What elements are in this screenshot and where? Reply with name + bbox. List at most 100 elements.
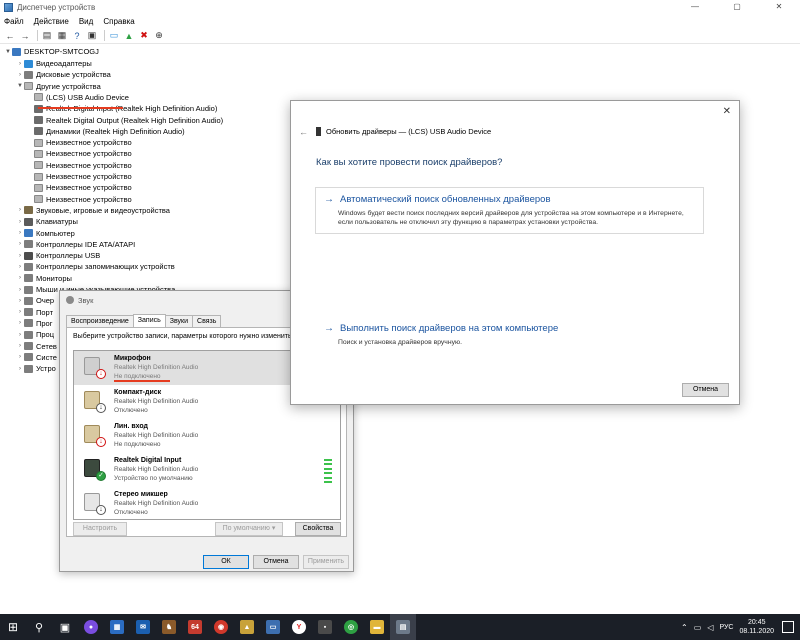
properties-button[interactable]: Свойства [295, 522, 341, 536]
expand-chevron-icon[interactable]: › [16, 298, 24, 304]
monitor-icon[interactable]: ▭ [108, 30, 120, 42]
tree-item[interactable]: › Проц [16, 329, 54, 340]
tree-item[interactable]: (LCS) USB Audio Device [34, 92, 129, 103]
taskbar-app-network[interactable]: ▭ [260, 614, 286, 640]
network-icon[interactable]: ▭ [694, 623, 702, 632]
taskbar-app-file-explorer[interactable]: ▬ [364, 614, 390, 640]
auto-search-option[interactable]: → Автоматический поиск обновленных драйве… [315, 187, 704, 234]
taskbar-app-game[interactable]: ♞ [156, 614, 182, 640]
tree-item[interactable]: › Клавиатуры [16, 216, 78, 227]
expand-chevron-icon[interactable]: › [16, 72, 24, 78]
taskbar-app-image[interactable]: ▲ [234, 614, 260, 640]
set-default-button[interactable]: По умолчанию ▾ [215, 522, 283, 536]
tree-item[interactable]: ▼ Другие устройства [16, 81, 101, 92]
scan-hardware-icon[interactable]: ▣ [86, 30, 98, 42]
tree-item[interactable]: › Контроллеры USB [16, 250, 100, 261]
tree-item[interactable]: Неизвестное устройство [34, 137, 132, 148]
expand-chevron-icon[interactable]: › [16, 61, 24, 67]
tree-item[interactable]: › Устро [16, 363, 56, 374]
tree-item[interactable]: › Сетев [16, 341, 57, 352]
tree-item[interactable]: Неизвестное устройство [34, 182, 132, 193]
taskbar-app-media[interactable]: ◉ [208, 614, 234, 640]
taskbar-app-tool[interactable]: ▪ [312, 614, 338, 640]
taskbar-app-browser-alice[interactable]: ● [78, 614, 104, 640]
chevron-down-icon[interactable]: ▾ [272, 525, 276, 532]
tree-item[interactable]: › Порт [16, 307, 53, 318]
collapse-chevron-icon[interactable]: ▼ [16, 83, 24, 89]
search-button[interactable]: ⚲ [26, 614, 52, 640]
tree-item[interactable]: › Компьютер [16, 228, 75, 239]
maximize-button[interactable]: ▢ [716, 0, 758, 14]
expand-chevron-icon[interactable]: › [16, 343, 24, 349]
help-icon[interactable]: ? [71, 30, 83, 42]
back-arrow-icon[interactable]: ← [299, 127, 308, 137]
expand-chevron-icon[interactable]: › [16, 309, 24, 315]
properties-icon[interactable]: ▦ [56, 30, 68, 42]
collapse-chevron-icon[interactable]: ▼ [4, 49, 12, 55]
expand-chevron-icon[interactable]: › [16, 230, 24, 236]
tree-item[interactable]: › Контроллеры IDE ATA/ATAPI [16, 239, 135, 250]
menu-action[interactable]: Действие [34, 17, 69, 26]
taskbar-app-device-manager[interactable]: ▤ [390, 614, 416, 640]
cancel-button[interactable]: Отмена [253, 555, 299, 569]
taskbar-app-yandex[interactable]: Y [286, 614, 312, 640]
taskbar-app-store[interactable]: ▦ [104, 614, 130, 640]
taskbar-app-chrome[interactable]: ◎ [338, 614, 364, 640]
tree-item[interactable]: › Контроллеры запоминающих устройств [16, 261, 175, 272]
list-item-digital-input[interactable]: ✓ Realtek Digital Input Realtek High Def… [74, 453, 340, 487]
clock[interactable]: 20:45 08.11.2020 [739, 618, 774, 636]
chevron-up-icon[interactable]: ⌃ [681, 623, 688, 632]
close-icon[interactable]: ✕ [723, 106, 731, 117]
expand-chevron-icon[interactable]: › [16, 264, 24, 270]
expand-chevron-icon[interactable]: › [16, 241, 24, 247]
cancel-button[interactable]: Отмена [682, 383, 729, 397]
tree-root[interactable]: ▼ DESKTOP-SMTCOGJ [4, 46, 99, 57]
menu-file[interactable]: Файл [4, 17, 24, 26]
update-driver-icon[interactable]: ▲ [123, 30, 135, 42]
task-view-button[interactable]: ▣ [52, 614, 78, 640]
volume-icon[interactable]: ◁ [707, 623, 713, 632]
forward-arrow-icon[interactable]: → [19, 30, 31, 42]
list-item-stereo-mix[interactable]: ↓ Стерео микшер Realtek High Definition … [74, 487, 340, 519]
tree-item[interactable]: › Мониторы [16, 273, 72, 284]
tree-item[interactable]: › Дисковые устройства [16, 69, 111, 80]
apply-button[interactable]: Применить [303, 555, 349, 569]
notifications-icon[interactable] [782, 621, 794, 633]
expand-chevron-icon[interactable]: › [16, 253, 24, 259]
download-icon[interactable]: ⊕ [153, 30, 165, 42]
taskbar-app-aida64[interactable]: 64 [182, 614, 208, 640]
configure-button[interactable]: Настроить [73, 522, 127, 536]
expand-chevron-icon[interactable]: › [16, 207, 24, 213]
minimize-button[interactable]: — [674, 0, 716, 14]
language-indicator[interactable]: РУС [719, 624, 733, 631]
list-item-line-in[interactable]: ↓ Лин. вход Realtek High Definition Audi… [74, 419, 340, 453]
expand-chevron-icon[interactable]: › [16, 320, 24, 326]
tree-item[interactable]: › Звуковые, игровые и видеоустройства [16, 205, 170, 216]
menu-view[interactable]: Вид [79, 17, 93, 26]
tab-playback[interactable]: Воспроизведение [66, 315, 134, 327]
tree-item[interactable]: › Систе [16, 352, 57, 363]
expand-chevron-icon[interactable]: › [16, 366, 24, 372]
tab-recording[interactable]: Запись [132, 314, 166, 327]
tab-communications[interactable]: Связь [192, 315, 222, 327]
manual-search-option[interactable]: → Выполнить поиск драйверов на этом компь… [315, 316, 704, 354]
close-button[interactable]: ✕ [758, 0, 800, 14]
tree-item[interactable]: Неизвестное устройство [34, 194, 132, 205]
expand-chevron-icon[interactable]: › [16, 287, 24, 293]
tree-item[interactable]: › Видеоадаптеры [16, 58, 92, 69]
expand-chevron-icon[interactable]: › [16, 275, 24, 281]
expand-chevron-icon[interactable]: › [16, 332, 24, 338]
expand-chevron-icon[interactable]: › [16, 354, 24, 360]
tree-item[interactable]: Неизвестное устройство [34, 148, 132, 159]
tree-item[interactable]: Динамики (Realtek High Definition Audio) [34, 126, 185, 137]
uninstall-icon[interactable]: ✖ [138, 30, 150, 42]
tree-item[interactable]: › Прог [16, 318, 52, 329]
tree-view-icon[interactable]: ▤ [41, 30, 53, 42]
start-button[interactable]: ⊞ [0, 614, 26, 640]
ok-button[interactable]: ОК [203, 555, 249, 569]
tree-item[interactable]: Неизвестное устройство [34, 171, 132, 182]
expand-chevron-icon[interactable]: › [16, 219, 24, 225]
tab-sounds[interactable]: Звуки [164, 315, 194, 327]
tree-item[interactable]: Неизвестное устройство [34, 160, 132, 171]
taskbar-app-mail[interactable]: ✉ [130, 614, 156, 640]
